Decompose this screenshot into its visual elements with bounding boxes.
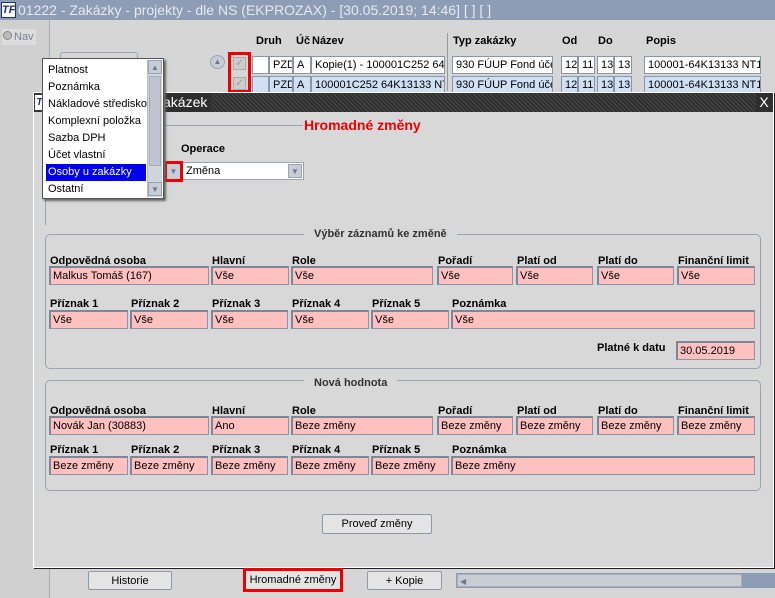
field-label: Příznak 2	[131, 298, 180, 310]
field-input[interactable]: Beze změny	[211, 456, 288, 475]
field-label: Příznak 4	[292, 444, 341, 456]
field-input[interactable]: Beze změny	[437, 416, 513, 435]
field-input[interactable]: Vše	[130, 310, 208, 329]
field-label: Příznak 3	[212, 444, 261, 456]
cell-od: 11	[578, 56, 595, 74]
field-input[interactable]: Vše	[291, 266, 433, 285]
field-label: Příznak 1	[50, 444, 99, 456]
field-label: Poznámka	[452, 444, 507, 456]
scroll-down-icon[interactable]: ▼	[148, 182, 162, 196]
field-input[interactable]: Vše	[371, 310, 449, 329]
field-input[interactable]: Ano	[211, 416, 289, 435]
list-dropdown-button[interactable]: ▼	[164, 161, 183, 182]
col-od: Od	[562, 35, 578, 47]
cell-druh: PZD	[269, 56, 293, 74]
field-label: Příznak 5	[372, 444, 421, 456]
cell-nazev: Kopie(1) - 100001C252 64K13133	[311, 56, 445, 74]
chevron-down-icon: ▼	[169, 167, 178, 176]
field-input[interactable]: Beze změny	[597, 416, 674, 435]
listbox-item[interactable]: Nákladové středisko	[46, 96, 147, 113]
listbox-item[interactable]: Platnost	[46, 62, 146, 79]
scroll-thumb[interactable]	[149, 76, 161, 166]
field-listbox[interactable]: Platnost Poznámka Nákladové středisko Kompl…	[42, 58, 164, 199]
field-label: Příznak 3	[212, 298, 261, 310]
app-logo-icon: TF	[1, 2, 16, 18]
close-icon[interactable]: X	[756, 93, 772, 112]
radio-icon	[3, 31, 12, 40]
horizontal-scrollbar[interactable]: ◀	[456, 573, 775, 588]
row-checkbox[interactable]: ✓	[233, 77, 246, 90]
column-divider	[447, 33, 448, 91]
listbox-item[interactable]: Sazba DPH	[46, 130, 146, 147]
field-input[interactable]: Vše	[211, 266, 289, 285]
dialog-heading: Hromadné změny	[304, 117, 421, 133]
col-uc: Úč	[296, 35, 311, 47]
listbox-item[interactable]: Účet vlastní	[46, 147, 146, 164]
operace-value: Změna	[186, 165, 221, 177]
field-label: Poznámka	[452, 298, 507, 310]
field-input[interactable]: Vše	[516, 266, 593, 285]
apply-changes-button[interactable]: Proveď změny	[322, 514, 432, 534]
date-input[interactable]: 30.05.2019	[676, 341, 755, 360]
cell-typ: 930 FÚUP Fond účelově	[452, 56, 553, 74]
field-input[interactable]: Vše	[291, 310, 369, 329]
listbox-item[interactable]: Komplexní položka	[46, 113, 146, 130]
col-typ: Typ zakázky	[453, 35, 517, 47]
field-input[interactable]: Beze změny	[291, 416, 433, 435]
window-title: 01222 - Zakázky - projekty - dle NS (EKP…	[18, 2, 492, 18]
copy-button[interactable]: + Kopie	[367, 571, 442, 590]
field-input[interactable]: Beze změny	[291, 456, 369, 475]
listbox-item[interactable]: Ostatní	[46, 181, 146, 198]
field-input[interactable]: Novák Jan (30883)	[49, 416, 209, 435]
row-checkbox[interactable]: ✓	[233, 57, 246, 70]
listbox-scrollbar[interactable]: ▲ ▼	[147, 60, 162, 197]
field-input[interactable]: Beze změny	[130, 456, 208, 475]
field-input[interactable]: Beze změny	[451, 456, 755, 475]
scroll-up-icon[interactable]: ▲	[148, 60, 162, 74]
listbox-item[interactable]: Osoby u zakázky	[46, 164, 146, 181]
scroll-left-icon[interactable]: ◀	[458, 577, 466, 586]
field-label: Příznak 2	[131, 444, 180, 456]
mass-change-button[interactable]: Hromadné změny	[243, 568, 343, 592]
cell-do: 13	[597, 56, 614, 74]
col-popis: Popis	[646, 35, 676, 47]
scroll-thumb[interactable]: ◀	[457, 574, 742, 587]
scroll-up-icon[interactable]: ▲	[210, 55, 225, 69]
nav-radio[interactable]: Nav	[2, 29, 36, 45]
operace-select[interactable]: Změna ▼	[182, 162, 304, 180]
field-input[interactable]: Vše	[211, 310, 288, 329]
col-nazev: Název	[312, 35, 344, 47]
selection-group-title: Výběr záznamů ke změně	[304, 228, 457, 240]
field-input[interactable]: Vše	[437, 266, 513, 285]
cell-uc: A	[293, 56, 311, 74]
field-label: Příznak 4	[292, 298, 341, 310]
field-input[interactable]: Beze změny	[677, 416, 755, 435]
col-druh: Druh	[256, 35, 282, 47]
window-title-bar: 01222 - Zakázky - projekty - dle NS (EKP…	[0, 0, 775, 20]
col-do: Do	[598, 35, 613, 47]
nav-label: Nav	[14, 31, 34, 43]
cell-do: 13	[614, 56, 632, 74]
cell-popis: 100001-64K13133 NT11	[644, 56, 761, 74]
history-button[interactable]: Historie	[88, 571, 172, 590]
field-input[interactable]: Beze změny	[516, 416, 593, 435]
field-input[interactable]: Beze změny	[371, 456, 449, 475]
field-label: Příznak 5	[372, 298, 421, 310]
field-label: Příznak 1	[50, 298, 99, 310]
field-input[interactable]: Vše	[451, 310, 755, 329]
field-input[interactable]: Vše	[597, 266, 674, 285]
date-label: Platné k datu	[597, 342, 666, 354]
field-input[interactable]: Vše	[677, 266, 755, 285]
new-value-group-title: Nová hodnota	[304, 377, 398, 389]
chevron-down-icon: ▼	[288, 164, 302, 178]
field-input[interactable]: Beze změny	[49, 456, 128, 475]
field-input[interactable]: Malkus Tomáš (167)	[49, 266, 209, 285]
cell-od: 12	[561, 56, 578, 74]
field-input[interactable]: Vše	[49, 310, 128, 329]
operace-label: Operace	[181, 143, 226, 155]
listbox-item[interactable]: Poznámka	[46, 79, 146, 96]
